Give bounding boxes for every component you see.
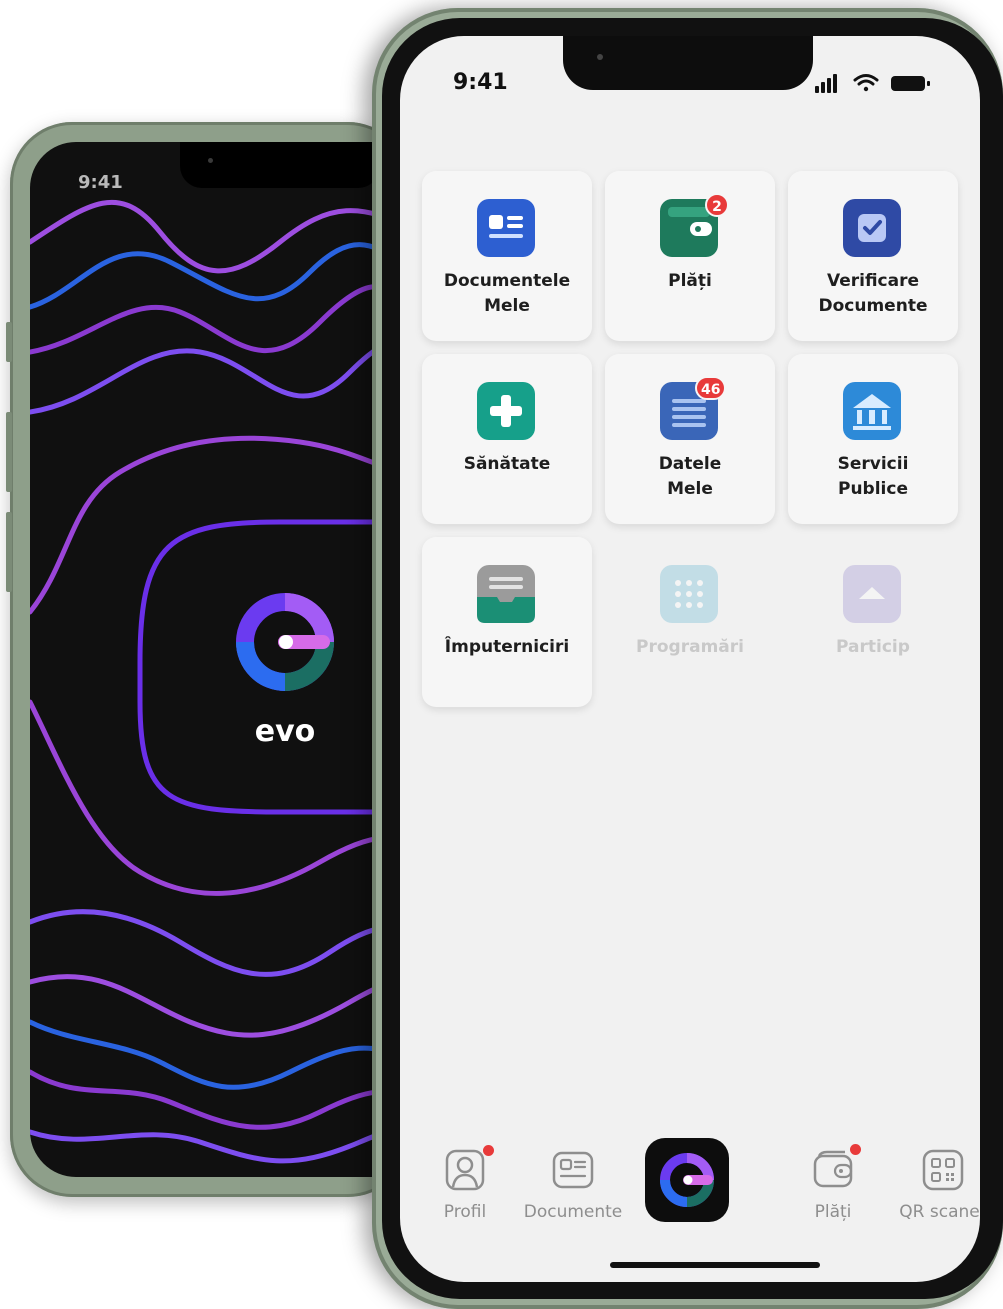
tile-label: Documentele Mele bbox=[443, 271, 571, 316]
evo-logo-icon bbox=[230, 587, 340, 697]
tile-plati[interactable]: 2 Plăți bbox=[605, 171, 775, 341]
nav-label: Documente bbox=[523, 1202, 623, 1222]
back-status-time: 9:41 bbox=[78, 172, 123, 193]
tile-label: Sănătate bbox=[463, 454, 551, 474]
tile-documentele-mele[interactable]: Documentele Mele bbox=[422, 171, 592, 341]
volume-down-button bbox=[6, 512, 12, 592]
app-name: evo bbox=[254, 714, 316, 749]
cellular-signal-icon bbox=[815, 74, 837, 93]
tile-servicii-publice[interactable]: Servicii Publice bbox=[788, 354, 958, 524]
tile-label: Servicii Publice bbox=[837, 454, 909, 499]
notification-dot bbox=[483, 1145, 494, 1156]
health-plus-icon bbox=[477, 382, 535, 440]
home-screen: 9:41 Documentele Mele 2 Plăți Verificare… bbox=[400, 36, 980, 1282]
tile-label: Verificare Documente bbox=[818, 271, 928, 316]
profile-icon bbox=[445, 1149, 485, 1191]
mute-switch bbox=[6, 322, 12, 362]
tile-label: Particip bbox=[836, 637, 910, 657]
qr-scanner-icon bbox=[922, 1149, 964, 1191]
volume-up-button bbox=[6, 412, 12, 492]
nav-label: Plăți bbox=[814, 1202, 852, 1222]
front-notch bbox=[563, 36, 813, 90]
notification-badge: 2 bbox=[705, 193, 729, 217]
wifi-icon bbox=[853, 74, 879, 92]
document-icon bbox=[552, 1151, 594, 1189]
splash-screen: 9:41 evo bbox=[30, 142, 420, 1177]
tile-label: Programări bbox=[636, 637, 744, 657]
evo-home-button[interactable] bbox=[645, 1138, 729, 1222]
home-indicator[interactable] bbox=[610, 1262, 820, 1268]
tile-datele-mele[interactable]: 46 Datele Mele bbox=[605, 354, 775, 524]
tile-label: Plăți bbox=[668, 271, 712, 291]
tile-programari[interactable]: Programări bbox=[605, 537, 775, 707]
back-notch bbox=[180, 142, 380, 188]
status-time: 9:41 bbox=[453, 70, 508, 95]
public-building-icon bbox=[843, 382, 901, 440]
wallet-icon bbox=[813, 1150, 853, 1188]
participate-icon bbox=[843, 565, 901, 623]
notification-badge: 46 bbox=[695, 376, 727, 400]
notification-dot bbox=[850, 1144, 861, 1155]
inbox-tray-icon bbox=[477, 565, 535, 623]
evo-logo-icon bbox=[660, 1153, 714, 1207]
front-phone: 9:41 Documentele Mele 2 Plăți Verificare… bbox=[372, 8, 1003, 1309]
status-bar-icons bbox=[815, 74, 930, 93]
wave-pattern-background bbox=[30, 199, 420, 1164]
tile-imputerniciri[interactable]: Împuterniciri bbox=[422, 537, 592, 707]
nav-label: QR scaner bbox=[899, 1202, 980, 1222]
back-phone: 9:41 evo bbox=[6, 122, 420, 1197]
checkbox-icon bbox=[843, 199, 901, 257]
tile-label: Împuterniciri bbox=[444, 637, 570, 657]
id-card-icon bbox=[477, 199, 535, 257]
tile-label: Datele Mele bbox=[658, 454, 722, 499]
calendar-grid-icon bbox=[660, 565, 718, 623]
nav-label: Profil bbox=[443, 1202, 487, 1222]
tile-verificare-documente[interactable]: Verificare Documente bbox=[788, 171, 958, 341]
tile-sanatate[interactable]: Sănătate bbox=[422, 354, 592, 524]
tile-particip[interactable]: Particip bbox=[788, 537, 958, 707]
battery-icon bbox=[891, 76, 930, 91]
